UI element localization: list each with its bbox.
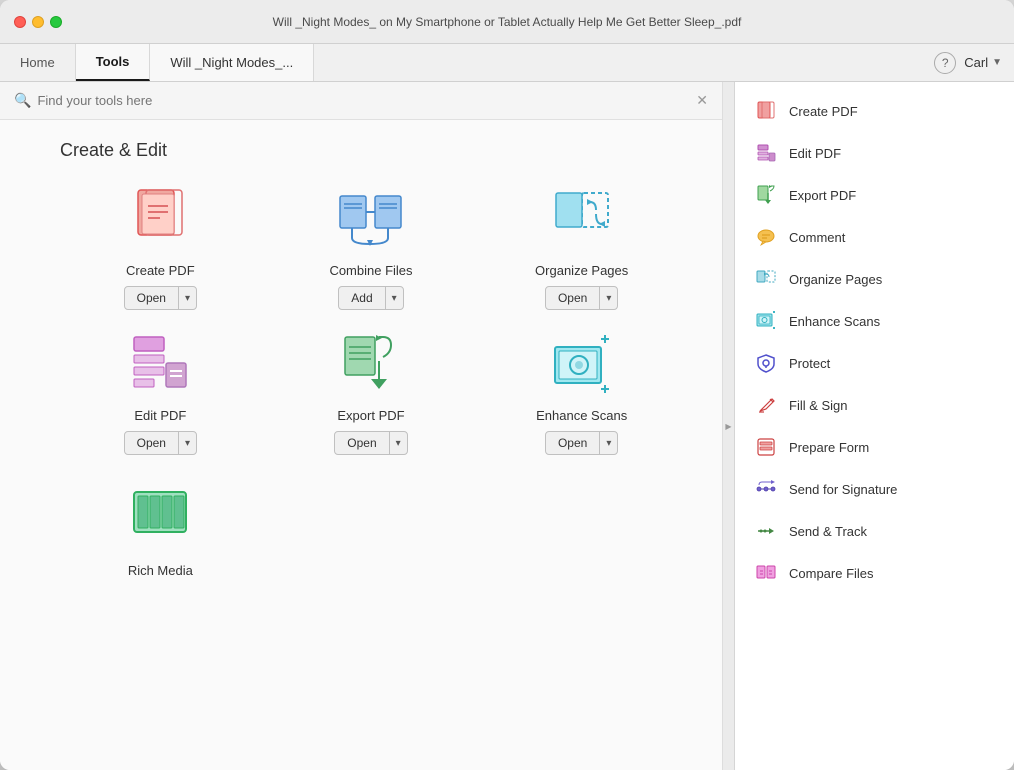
sidebar-enhance-scans-label: Enhance Scans (789, 314, 880, 329)
create-pdf-dropdown[interactable]: ▾ (179, 287, 196, 309)
tool-create-pdf: Create PDF Open ▾ (60, 185, 261, 310)
combine-files-icon-area (331, 185, 411, 255)
organize-pages-dropdown[interactable]: ▾ (600, 287, 617, 309)
close-button[interactable] (14, 16, 26, 28)
edit-pdf-icon (755, 142, 777, 164)
sidebar-item-fill-sign[interactable]: Fill & Sign (735, 384, 1014, 426)
tabbar-right: ? Carl ▼ (934, 44, 1014, 81)
create-pdf-icon (755, 100, 777, 122)
enhance-scans-sidebar-icon (755, 310, 777, 332)
enhance-scans-action[interactable]: Open ▾ (545, 431, 618, 455)
titlebar: Will _Night Modes_ on My Smartphone or T… (0, 0, 1014, 44)
sidebar-item-send-signature[interactable]: Send for Signature (735, 468, 1014, 510)
sidebar-item-protect[interactable]: Protect (735, 342, 1014, 384)
search-bar: 🔍 ✕ (0, 82, 722, 120)
export-pdf-dropdown[interactable]: ▾ (390, 432, 407, 454)
send-track-icon (755, 520, 777, 542)
clear-icon[interactable]: ✕ (696, 92, 708, 109)
user-name: Carl (964, 55, 988, 70)
tab-tools[interactable]: Tools (76, 44, 151, 81)
sidebar-organize-pages-label: Organize Pages (789, 272, 882, 287)
sidebar-send-signature-label: Send for Signature (789, 482, 897, 497)
send-signature-icon (755, 478, 777, 500)
maximize-button[interactable] (50, 16, 62, 28)
sidebar-export-pdf-label: Export PDF (789, 188, 856, 203)
sidebar-item-edit-pdf[interactable]: Edit PDF (735, 132, 1014, 174)
tabbar: Home Tools Will _Night Modes_... ? Carl … (0, 44, 1014, 82)
sidebar-item-send-track[interactable]: Send & Track (735, 510, 1014, 552)
combine-files-label: Combine Files (329, 263, 412, 278)
create-pdf-icon-area (120, 185, 200, 255)
app-window: Will _Night Modes_ on My Smartphone or T… (0, 0, 1014, 770)
sidebar-item-compare-files[interactable]: Compare Files (735, 552, 1014, 594)
comment-icon (755, 226, 777, 248)
sidebar-create-pdf-label: Create PDF (789, 104, 858, 119)
help-button[interactable]: ? (934, 52, 956, 74)
sidebar-compare-files-label: Compare Files (789, 566, 874, 581)
tools-grid: Create PDF Open ▾ (60, 185, 682, 578)
sidebar-comment-label: Comment (789, 230, 845, 245)
main-layout: 🔍 ✕ Create & Edit (0, 82, 1014, 770)
sidebar-send-track-label: Send & Track (789, 524, 867, 539)
tool-enhance-scans: Enhance Scans Open ▾ (481, 330, 682, 455)
tool-rich-media: Rich Media (60, 485, 261, 578)
prepare-form-icon (755, 436, 777, 458)
window-title: Will _Night Modes_ on My Smartphone or T… (273, 15, 742, 29)
create-pdf-action[interactable]: Open ▾ (124, 286, 197, 310)
sidebar-item-create-pdf[interactable]: Create PDF (735, 90, 1014, 132)
edit-pdf-label: Edit PDF (134, 408, 186, 423)
compare-files-icon (755, 562, 777, 584)
tab-document[interactable]: Will _Night Modes_... (150, 44, 314, 81)
enhance-scans-icon-area (542, 330, 622, 400)
content-area: 🔍 ✕ Create & Edit (0, 82, 722, 770)
combine-files-dropdown[interactable]: ▾ (386, 287, 403, 309)
tool-export-pdf: Export PDF Open ▾ (271, 330, 472, 455)
chevron-down-icon: ▼ (992, 57, 1002, 68)
sidebar-protect-label: Protect (789, 356, 830, 371)
organize-pages-label: Organize Pages (535, 263, 628, 278)
enhance-scans-dropdown[interactable]: ▾ (600, 432, 617, 454)
tool-edit-pdf: Edit PDF Open ▾ (60, 330, 261, 455)
organize-pages-icon (755, 268, 777, 290)
protect-icon (755, 352, 777, 374)
rich-media-label: Rich Media (128, 563, 193, 578)
export-pdf-action[interactable]: Open ▾ (334, 431, 407, 455)
combine-files-action[interactable]: Add ▾ (338, 286, 403, 310)
organize-pages-icon-area (542, 185, 622, 255)
tool-organize-pages: Organize Pages Open ▾ (481, 185, 682, 310)
tab-home[interactable]: Home (0, 44, 76, 81)
fill-sign-icon (755, 394, 777, 416)
tool-combine-files: Combine Files Add ▾ (271, 185, 472, 310)
sidebar-item-prepare-form[interactable]: Prepare Form (735, 426, 1014, 468)
export-pdf-label: Export PDF (337, 408, 404, 423)
sidebar-prepare-form-label: Prepare Form (789, 440, 869, 455)
traffic-lights (14, 16, 62, 28)
create-pdf-label: Create PDF (126, 263, 195, 278)
export-pdf-icon-area (331, 330, 411, 400)
sidebar-item-comment[interactable]: Comment (735, 216, 1014, 258)
sidebar-fill-sign-label: Fill & Sign (789, 398, 848, 413)
tools-scroll[interactable]: Create & Edit (0, 120, 722, 770)
minimize-button[interactable] (32, 16, 44, 28)
sidebar-item-export-pdf[interactable]: Export PDF (735, 174, 1014, 216)
export-pdf-icon (755, 184, 777, 206)
sidebar-edit-pdf-label: Edit PDF (789, 146, 841, 161)
edit-pdf-icon-area (120, 330, 200, 400)
search-input[interactable] (37, 93, 696, 108)
sidebar: Create PDF Edit PDF (734, 82, 1014, 770)
organize-pages-action[interactable]: Open ▾ (545, 286, 618, 310)
sidebar-item-organize-pages[interactable]: Organize Pages (735, 258, 1014, 300)
scroll-arrow-icon: ▶ (725, 422, 731, 431)
search-icon: 🔍 (14, 92, 31, 109)
enhance-scans-label: Enhance Scans (536, 408, 627, 423)
section-title-create-edit: Create & Edit (60, 140, 682, 161)
scroll-divider: ▶ (722, 82, 734, 770)
sidebar-item-enhance-scans[interactable]: Enhance Scans (735, 300, 1014, 342)
edit-pdf-dropdown[interactable]: ▾ (179, 432, 196, 454)
user-menu[interactable]: Carl ▼ (964, 55, 1002, 70)
rich-media-icon-area (120, 485, 200, 555)
edit-pdf-action[interactable]: Open ▾ (124, 431, 197, 455)
